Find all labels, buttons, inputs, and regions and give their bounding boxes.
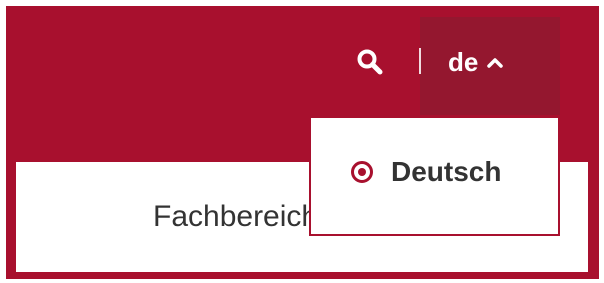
chevron-up-icon bbox=[486, 56, 504, 68]
language-option-label: Deutsch bbox=[391, 156, 502, 187]
language-code: de bbox=[448, 46, 479, 77]
search-button[interactable] bbox=[352, 44, 388, 80]
header-divider bbox=[419, 48, 421, 74]
radio-selected-icon bbox=[351, 161, 373, 183]
radio-dot bbox=[358, 168, 366, 176]
language-option-deutsch[interactable]: Deutsch bbox=[351, 156, 501, 188]
section-label[interactable]: Fachbereiche bbox=[153, 200, 313, 234]
search-icon bbox=[357, 49, 383, 75]
page: de Fachbereiche Deutsch bbox=[0, 0, 604, 283]
language-toggle[interactable]: de bbox=[448, 44, 504, 80]
language-dropdown: Deutsch bbox=[309, 116, 560, 236]
